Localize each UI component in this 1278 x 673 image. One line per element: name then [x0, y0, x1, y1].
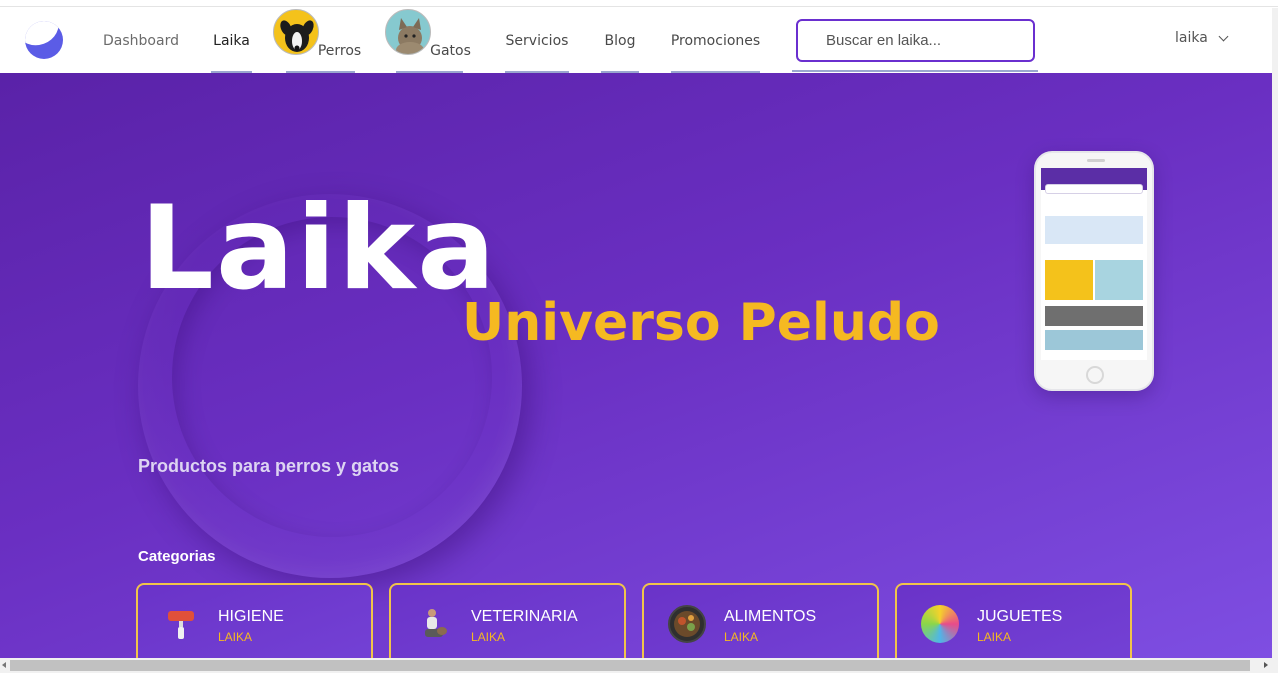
hero-subtitle: Universo Peludo	[462, 293, 940, 353]
logo-icon[interactable]	[25, 21, 63, 59]
search-input[interactable]	[796, 19, 1035, 62]
category-name: VETERINARIA	[471, 608, 578, 625]
nav-blog[interactable]: Blog	[601, 8, 639, 73]
nav-gatos-label: Gatos	[430, 42, 471, 59]
dog-avatar-icon	[273, 9, 319, 55]
nav-perros-label: Perros	[317, 42, 362, 59]
nav-servicios[interactable]: Servicios	[505, 8, 569, 73]
nav-promociones[interactable]: Promociones	[671, 8, 760, 73]
user-menu[interactable]: laika	[1175, 30, 1229, 46]
scroll-left-arrow-icon[interactable]	[2, 662, 6, 668]
category-name: ALIMENTOS	[724, 608, 817, 625]
category-brand: LAIKA	[724, 630, 759, 644]
navbar: Dashboard Laika Perros Gatos Servicios B…	[0, 8, 1272, 73]
hero-title: Laika	[140, 181, 498, 316]
categories-heading: Categorias	[138, 548, 216, 565]
nav-perros[interactable]: Perros	[270, 8, 364, 73]
horizontal-scrollbar[interactable]	[0, 658, 1278, 673]
category-card-alimentos[interactable]: ALIMENTOS LAIKA	[642, 583, 879, 658]
food-bowl-icon	[668, 605, 706, 643]
vertical-scrollbar[interactable]	[1272, 8, 1278, 658]
category-card-higiene[interactable]: HIGIENE LAIKA	[136, 583, 373, 658]
nav-laika-label: Laika	[213, 32, 250, 49]
category-brand: LAIKA	[471, 630, 506, 644]
cat-avatar-icon	[385, 9, 431, 55]
hero-tagline: Productos para perros y gatos	[138, 456, 400, 476]
nav-promociones-label: Promociones	[670, 32, 761, 49]
phone-screen-dog-tile	[1045, 260, 1093, 300]
user-name: laika	[1175, 30, 1208, 46]
nav-servicios-label: Servicios	[505, 32, 569, 49]
nav-gatos[interactable]: Gatos	[383, 8, 473, 73]
nav-blog-label: Blog	[604, 32, 636, 49]
phone-screen-history-bar	[1045, 330, 1143, 350]
scroll-right-arrow-icon[interactable]	[1264, 662, 1268, 668]
category-card-veterinaria[interactable]: VETERINARIA LAIKA	[389, 583, 626, 658]
veterinarian-icon	[415, 605, 453, 643]
nav-dashboard-label: Dashboard	[103, 32, 179, 49]
category-card-juguetes[interactable]: JUGUETES LAIKA	[895, 583, 1132, 658]
search-underline	[792, 70, 1038, 72]
phone-screen-banner	[1045, 216, 1143, 244]
hero-banner: Laika Universo Peludo Productos para per…	[0, 73, 1272, 658]
top-border	[0, 0, 1278, 7]
hygiene-roller-icon	[162, 605, 200, 643]
nav-laika[interactable]: Laika	[211, 8, 252, 73]
chevron-down-icon	[1218, 31, 1229, 41]
category-name: HIGIENE	[218, 608, 284, 625]
phone-mockup-image	[1034, 151, 1154, 391]
category-brand: LAIKA	[218, 630, 253, 644]
phone-screen	[1041, 168, 1147, 360]
phone-speaker	[1087, 159, 1105, 162]
phone-screen-services-bar	[1045, 306, 1143, 326]
phone-screen-search	[1045, 184, 1143, 194]
phone-screen-cat-tile	[1095, 260, 1143, 300]
category-brand: LAIKA	[977, 630, 1012, 644]
scrollbar-thumb[interactable]	[10, 660, 1250, 671]
category-name: JUGUETES	[977, 608, 1063, 625]
toy-ball-icon	[921, 605, 959, 643]
phone-home-button	[1086, 366, 1104, 384]
nav-dashboard[interactable]: Dashboard	[100, 8, 182, 73]
